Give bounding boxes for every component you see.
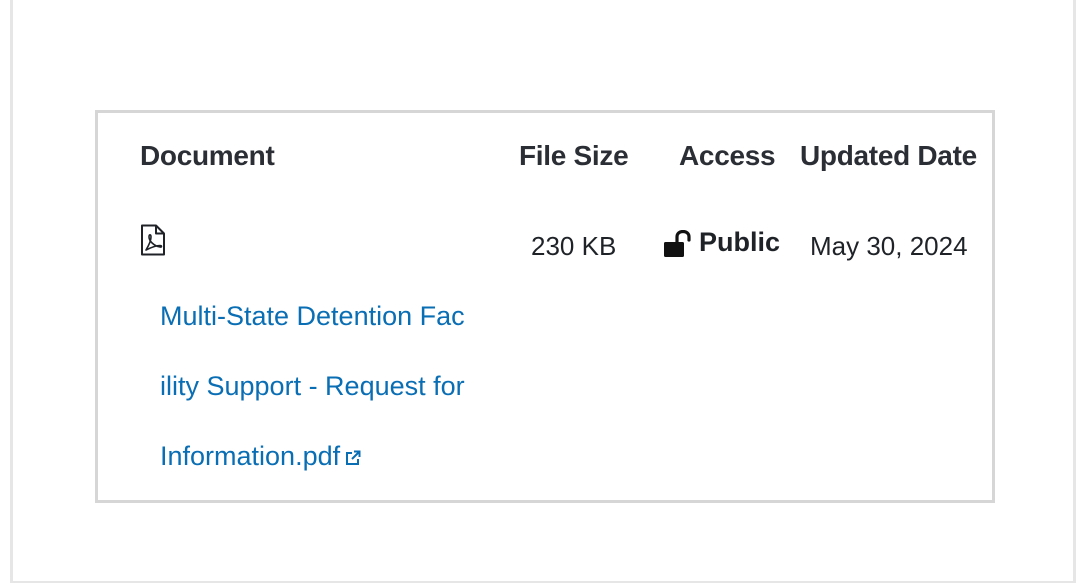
document-link-line-2[interactable]: ility Support - Request for bbox=[160, 371, 465, 402]
column-header-access: Access bbox=[679, 140, 776, 171]
documents-table: Document File Size Access Updated Date M… bbox=[95, 110, 995, 503]
page: Document File Size Access Updated Date M… bbox=[0, 0, 1082, 585]
pdf-file-icon bbox=[141, 224, 165, 256]
updated-date-value: May 30, 2024 bbox=[810, 231, 968, 261]
document-link-line-1[interactable]: Multi-State Detention Fac bbox=[160, 301, 465, 332]
document-link-line-3-text[interactable]: Information.pdf bbox=[160, 441, 340, 471]
column-header-document: Document bbox=[140, 140, 275, 171]
column-header-updated-date: Updated Date bbox=[800, 140, 977, 171]
access-value: Public bbox=[699, 227, 781, 257]
unlock-icon bbox=[664, 230, 691, 257]
column-header-file-size: File Size bbox=[519, 140, 629, 171]
file-size-value: 230 KB bbox=[531, 231, 617, 261]
external-link-icon[interactable] bbox=[344, 449, 362, 467]
document-link-line-3[interactable]: Information.pdf bbox=[160, 441, 362, 472]
